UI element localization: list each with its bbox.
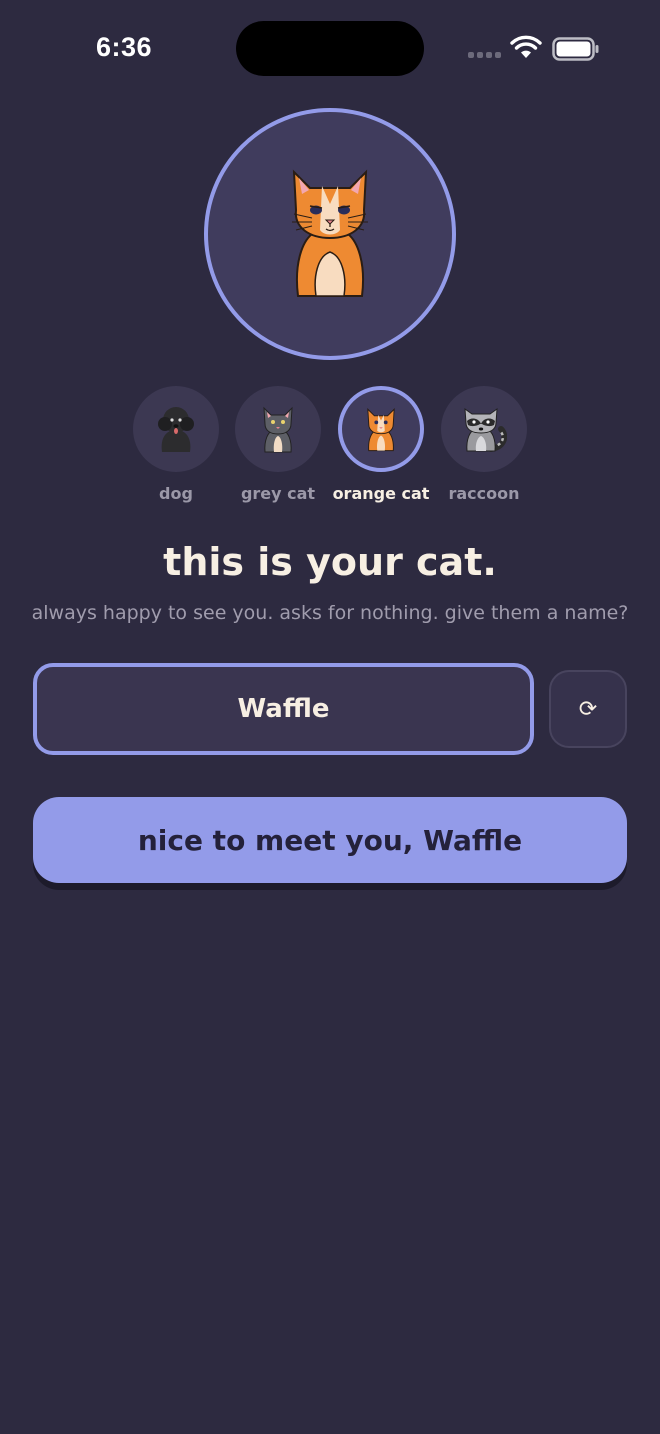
pet-option-dog[interactable]: dog <box>121 386 231 503</box>
onboarding-screen: 6:36 dog grey cat orange cat raccoon thi… <box>0 0 660 1434</box>
hero-avatar <box>204 108 456 360</box>
cellular-signal-icon <box>468 52 501 58</box>
status-time: 6:36 <box>96 32 153 62</box>
pet-label-raccoon: raccoon <box>448 484 520 503</box>
pet-name-input[interactable] <box>33 663 534 755</box>
battery-icon <box>552 37 599 61</box>
refresh-icon: ⟳ <box>578 696 598 722</box>
raccoon-icon <box>464 407 507 452</box>
dynamic-island <box>236 21 424 76</box>
pet-label-dog: dog <box>159 484 193 503</box>
pet-label-orange-cat: orange cat <box>332 484 430 503</box>
orange-cat-icon <box>367 408 395 452</box>
pet-option-raccoon[interactable]: raccoon <box>429 386 539 503</box>
pet-option-orange-cat[interactable]: orange cat <box>326 386 436 503</box>
pet-option-grey-cat[interactable]: grey cat <box>223 386 333 503</box>
wifi-icon <box>510 35 542 58</box>
random-name-button[interactable]: ⟳ <box>549 670 627 748</box>
page-subtitle: always happy to see you. asks for nothin… <box>31 602 629 624</box>
dog-icon <box>158 407 194 452</box>
confirm-name-button[interactable]: nice to meet you, Waffle <box>33 797 627 883</box>
orange-cat-icon <box>292 169 368 297</box>
page-title: this is your cat. <box>163 540 497 584</box>
grey-cat-icon <box>263 406 293 453</box>
pet-label-grey-cat: grey cat <box>240 484 316 503</box>
